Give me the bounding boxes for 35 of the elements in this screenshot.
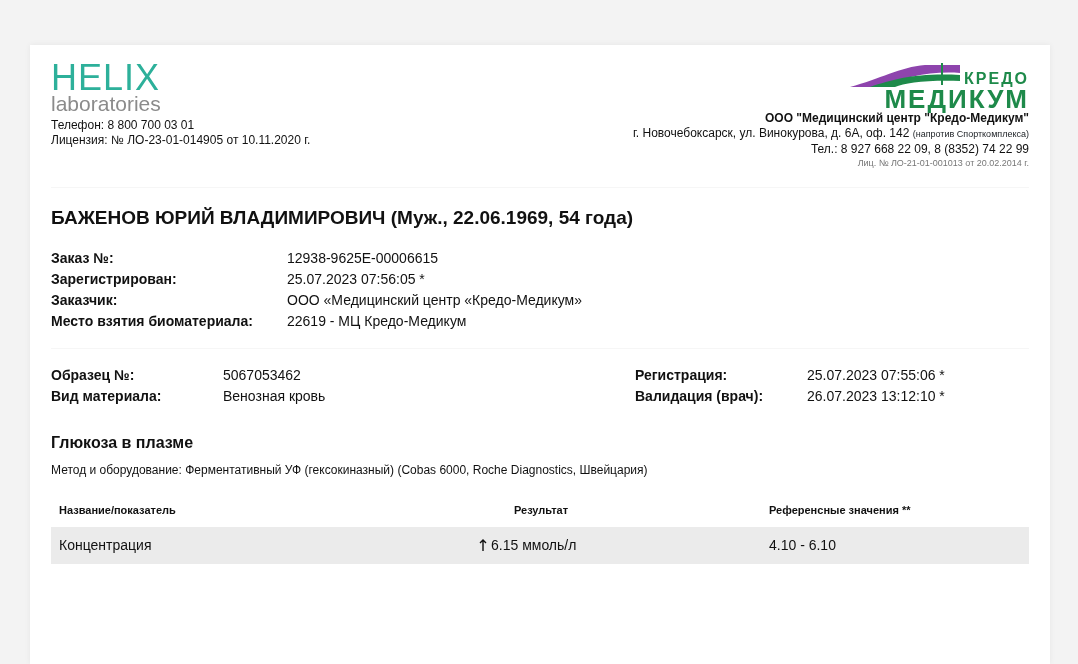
license-text: Лиц. № ЛО-21-01-001013 от 20.02.2014 г. (856, 157, 1029, 170)
logo-subtitle: laboratories (51, 93, 161, 115)
field-label: Зарегистрирован: (51, 270, 178, 289)
phone-text: Тел.: 8 927 668 22 09, 8 (8352) 74 22 99 (809, 142, 1029, 157)
field-value: 5067053462 (223, 366, 301, 385)
field-value: 25.07.2023 07:55:06 * (807, 366, 945, 385)
logo-text: HELIX (51, 63, 161, 93)
license-text: Лицензия: № ЛО-23-01-014905 от 10.11.2020 г. (51, 133, 311, 148)
column-header: Результат (514, 503, 570, 518)
phone-text: Телефон: 8 800 700 03 01 (51, 118, 196, 133)
hill-logo-icon (850, 63, 961, 87)
logo-text: КРЕДО (964, 71, 1029, 87)
field-value: Венозная кровь (223, 387, 326, 406)
column-header: Референсные значения ** (769, 503, 911, 518)
table-cell-text: 4.10 - 6.10 (769, 535, 836, 555)
field-value: 22619 - МЦ Кредо-Медикум (287, 312, 467, 331)
field-value: 25.07.2023 07:56:05 * (287, 270, 425, 289)
field-label: Вид материала: (51, 387, 163, 406)
test-title: Глюкоза в плазме (51, 433, 195, 453)
field-label: Образец №: (51, 366, 136, 385)
field-value: 12938-9625E-00006615 (287, 249, 439, 268)
column-header: Название/показатель (59, 503, 177, 518)
field-label: Заказ №: (51, 249, 115, 268)
field-value: 26.07.2023 13:12:10 * (807, 387, 945, 406)
table-cell-text: Концентрация (59, 535, 153, 555)
field-label: Регистрация: (635, 366, 729, 385)
field-label: Место взятия биоматериала: (51, 312, 254, 331)
field-label: Заказчик: (51, 291, 119, 310)
patient-name: БАЖЕНОВ ЮРИЙ ВЛАДИМИРОВИЧ (Муж., 22.06.1969, 54 года) (51, 205, 635, 230)
logo-text: МЕДИКУМ (884, 87, 1029, 111)
table-cell-text: 6.15 ммоль/л (491, 535, 577, 555)
field-value: ООО «Медицинский центр «Кредо-Медикум» (287, 291, 582, 310)
address-text: г. Новочебоксарск, ул. Винокурова, д. 6А, оф. 142 (напротив Спорткомплекса) (632, 126, 1029, 142)
method-text: Метод и оборудование: Ферментативный УФ (гексокиназный) (Cobas 6000, Roche Diagnostics, Швейцария) (51, 463, 649, 478)
field-label: Валидация (врач): (635, 387, 765, 406)
